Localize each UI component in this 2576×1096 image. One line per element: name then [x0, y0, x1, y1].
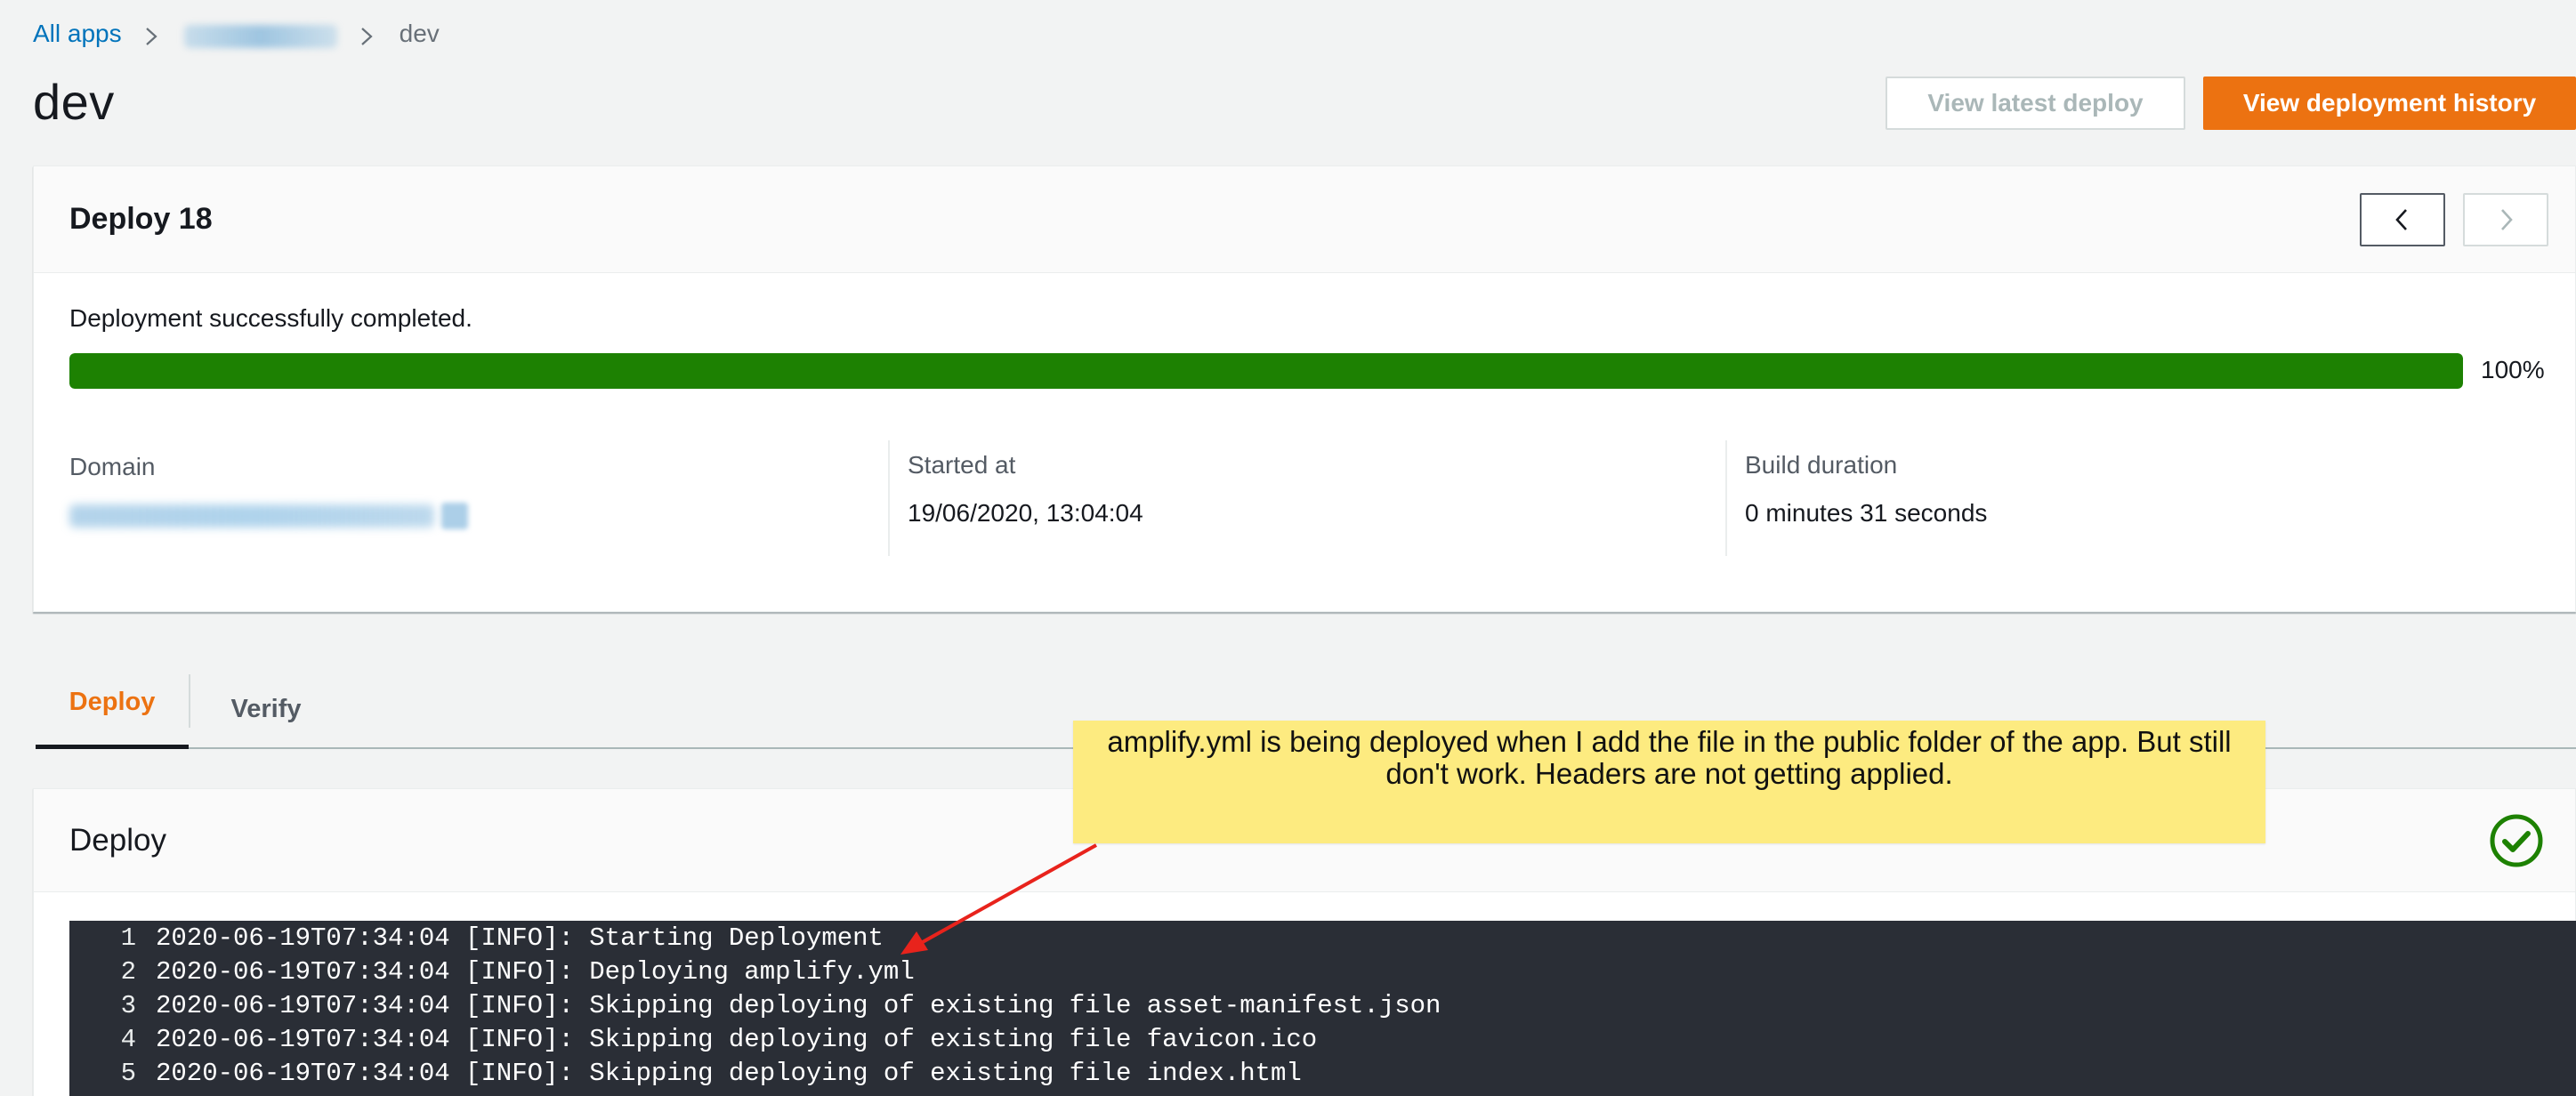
view-deployment-history-button[interactable]: View deployment history [2203, 77, 2576, 130]
deploy-log-title: Deploy [69, 823, 166, 858]
tab-deploy[interactable]: Deploy [36, 660, 189, 749]
tab-verify[interactable]: Verify [190, 669, 342, 749]
page-title: dev [33, 74, 115, 130]
chevron-right-icon [357, 24, 376, 45]
log-line: 4 2020-06-19T07:34:04 [INFO]: Skipping de… [69, 1022, 2576, 1056]
build-duration-column: Build duration 0 minutes 31 seconds [1725, 440, 2526, 556]
breadcrumb-all-apps[interactable]: All apps [33, 20, 122, 48]
build-duration-value: 0 minutes 31 seconds [1745, 499, 1988, 527]
log-line: 3 2020-06-19T07:34:04 [INFO]: Skipping de… [69, 988, 2576, 1022]
external-link-icon [441, 503, 468, 529]
deploy-summary-card: Deploy 18 Deployment successfully comple… [33, 165, 2576, 612]
log-line-number: 1 [120, 923, 136, 953]
chevron-right-icon [2501, 209, 2513, 230]
chevron-right-icon [141, 24, 161, 45]
log-line-text: 2020-06-19T07:34:04 [INFO]: Skipping dep… [156, 1058, 1302, 1088]
domain-link-redacted[interactable] [69, 503, 870, 529]
log-line-number: 2 [120, 956, 136, 987]
check-circle-icon [2490, 814, 2543, 867]
previous-deploy-button[interactable] [2360, 193, 2445, 246]
deploy-log-output: 1 2020-06-19T07:34:04 [INFO]: Starting De… [69, 921, 2576, 1096]
started-at-label: Started at [908, 451, 1016, 479]
started-at-column: Started at 19/06/2020, 13:04:04 [888, 440, 1707, 556]
log-line-text: 2020-06-19T07:34:04 [INFO]: Skipping dep… [156, 990, 1441, 1020]
log-line: 5 2020-06-19T07:34:04 [INFO]: Skipping de… [69, 1056, 2576, 1090]
log-line-number: 4 [120, 1024, 136, 1054]
page: All apps dev dev View latest deploy View… [0, 0, 2576, 1096]
breadcrumb-current: dev [399, 20, 440, 47]
progress-bar [69, 353, 2463, 389]
log-line: 1 2020-06-19T07:34:04 [INFO]: Starting De… [69, 921, 2576, 955]
annotation-note: amplify.yml is being deployed when I add… [1073, 721, 2265, 843]
domain-label: Domain [69, 453, 156, 480]
domain-url-redacted [69, 504, 434, 528]
deploy-card-header: Deploy 18 [34, 166, 2575, 273]
progress-percent-label: 100% [2481, 356, 2545, 383]
started-at-value: 19/06/2020, 13:04:04 [908, 499, 1143, 527]
log-line-number: 3 [120, 990, 136, 1020]
domain-column: Domain [69, 442, 870, 558]
breadcrumb: All apps dev [33, 16, 440, 52]
log-line-text: 2020-06-19T07:34:04 [INFO]: Skipping dep… [156, 1024, 1318, 1054]
log-line-text: 2020-06-19T07:34:04 [INFO]: Deploying am… [156, 956, 915, 987]
build-duration-label: Build duration [1745, 451, 1898, 479]
next-deploy-button[interactable] [2463, 193, 2548, 246]
view-latest-deploy-button[interactable]: View latest deploy [1886, 77, 2185, 130]
log-line-text: 2020-06-19T07:34:04 [INFO]: Starting Dep… [156, 923, 884, 953]
breadcrumb-app-name-redacted[interactable] [183, 25, 337, 48]
log-line-number: 5 [120, 1058, 136, 1088]
log-line: 2 2020-06-19T07:34:04 [INFO]: Deploying a… [69, 955, 2576, 988]
chevron-left-icon [2395, 209, 2407, 230]
deploy-status-message: Deployment successfully completed. [69, 304, 472, 332]
deploy-card-title: Deploy 18 [69, 202, 213, 236]
progress-bar-fill [69, 353, 2463, 389]
